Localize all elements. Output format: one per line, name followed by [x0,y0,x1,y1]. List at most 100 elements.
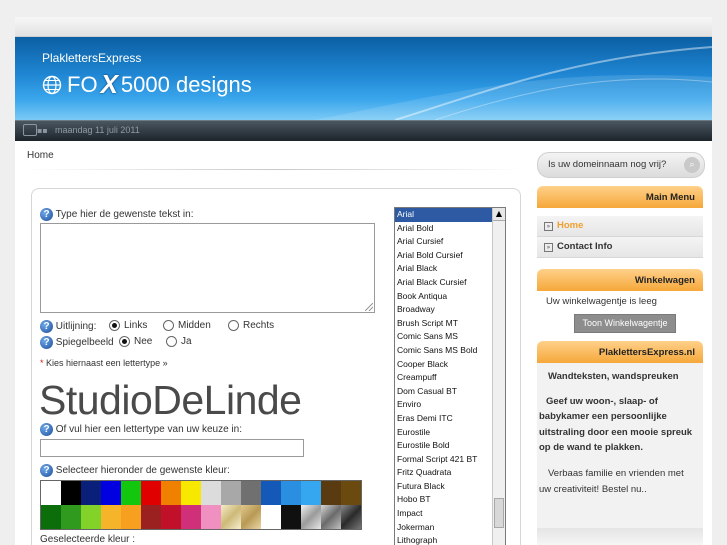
color-swatch[interactable] [321,481,341,505]
color-swatch[interactable] [281,505,301,529]
color-swatch[interactable] [181,505,201,529]
about-heading: Wandteksten, wandspreuken [548,371,679,382]
font-option[interactable]: Eurostile [395,426,505,440]
radio-unchecked[interactable] [163,320,174,331]
site-header: PlaklettersExpress FO X 5000 designs [15,37,712,120]
color-swatch[interactable] [261,505,281,529]
color-swatch[interactable] [301,481,321,505]
font-option[interactable]: Fritz Quadrata [395,466,505,480]
color-swatch[interactable] [41,505,61,529]
color-swatch[interactable] [61,505,81,529]
required-star: * [40,358,44,368]
color-swatch[interactable] [221,505,241,529]
font-option[interactable]: Hobo BT [395,493,505,507]
font-option[interactable]: Comic Sans MS [395,330,505,344]
font-option[interactable]: Formal Script 421 BT [395,453,505,467]
color-swatch[interactable] [341,481,361,505]
logo-text-suffix: 5000 designs [120,71,252,97]
menu-item-home[interactable]: » Home [537,216,703,237]
color-swatch[interactable] [301,505,321,529]
color-swatch[interactable] [221,481,241,505]
font-option[interactable]: Arial Black [395,262,505,276]
radio-unchecked[interactable] [166,336,177,347]
font-option[interactable]: Cooper Black [395,358,505,372]
color-swatch[interactable] [101,505,121,529]
site-logo[interactable]: FO X 5000 designs [42,69,252,100]
color-swatch[interactable] [121,481,141,505]
text-preview: StudioDeLinde [39,377,302,423]
color-swatch[interactable] [261,481,281,505]
font-option[interactable]: Enviro [395,398,505,412]
menu-bullet-icon: » [544,222,553,231]
help-icon[interactable]: ? [40,336,53,349]
font-option[interactable]: Futura Black [395,480,505,494]
color-swatch[interactable] [81,505,101,529]
text-input[interactable] [40,223,375,313]
font-option[interactable]: Book Antiqua [395,290,505,304]
font-option[interactable]: Arial [395,208,505,222]
color-swatch[interactable] [341,505,361,529]
font-option[interactable]: Brush Script MT [395,317,505,331]
color-swatch[interactable] [201,505,221,529]
color-label: ? Selecteer hieronder de gewenste kleur: [40,464,230,477]
color-swatch[interactable] [101,481,121,505]
color-swatch[interactable] [281,481,301,505]
font-option[interactable]: Arial Bold Cursief [395,249,505,263]
help-icon[interactable]: ? [40,208,53,221]
align-center-option[interactable]: Midden [163,320,211,331]
color-swatch[interactable] [241,481,261,505]
radio-unchecked[interactable] [228,320,239,331]
scroll-thumb[interactable] [494,498,504,528]
color-swatch[interactable] [321,505,341,529]
mirror-no-option[interactable]: Nee [119,336,152,347]
color-swatch[interactable] [161,505,181,529]
date-bar: ▪▪ maandag 11 juli 2011 [15,120,712,141]
font-option[interactable]: Arial Black Cursief [395,276,505,290]
cart-header: Winkelwagen [537,269,703,291]
font-option[interactable]: Impact [395,507,505,521]
calendar-icon [23,124,37,136]
font-option[interactable]: Creampuff [395,371,505,385]
color-swatch[interactable] [241,505,261,529]
font-option[interactable]: Broadway [395,303,505,317]
color-swatch[interactable] [201,481,221,505]
radio-checked[interactable] [119,336,130,347]
align-left-option[interactable]: Links [109,320,147,331]
scroll-up-arrow-icon[interactable]: ▲ [493,208,505,221]
help-icon[interactable]: ? [40,320,53,333]
font-option[interactable]: Arial Cursief [395,235,505,249]
radio-checked[interactable] [109,320,120,331]
show-cart-button[interactable]: Toon Winkelwagentje [574,314,676,333]
resize-grip[interactable] [365,303,373,311]
font-list[interactable]: Arial Arial Bold Arial Cursief Arial Bold C… [394,207,506,545]
font-option[interactable]: Eras Demi ITC [395,412,505,426]
font-option[interactable]: Dom Casual BT [395,385,505,399]
breadcrumb-divider [25,169,525,170]
color-swatch[interactable] [181,481,201,505]
color-swatch[interactable] [161,481,181,505]
color-swatch[interactable] [61,481,81,505]
calendar-grid-icon: ▪▪ [37,126,48,135]
top-bar [15,17,712,37]
help-icon[interactable]: ? [40,464,53,477]
help-icon[interactable]: ? [40,423,53,436]
color-swatch[interactable] [141,505,161,529]
color-swatch[interactable] [121,505,141,529]
breadcrumb[interactable]: Home [27,150,54,161]
search-icon[interactable]: ⌕ [684,157,700,173]
font-list-scrollbar[interactable]: ▲ [492,208,505,545]
font-option[interactable]: Jokerman [395,521,505,535]
align-right-option[interactable]: Rechts [228,320,274,331]
own-font-label: ? Of vul hier een lettertype van uw keuz… [40,423,242,436]
own-font-input[interactable] [40,439,304,457]
font-option[interactable]: Eurostile Bold [395,439,505,453]
color-swatch[interactable] [41,481,61,505]
mirror-yes-option[interactable]: Ja [166,336,192,347]
font-option[interactable]: Lithograph [395,534,505,545]
domain-search[interactable]: Is uw domeinnaam nog vrij? ⌕ [537,152,705,178]
font-option[interactable]: Comic Sans MS Bold [395,344,505,358]
menu-item-contact[interactable]: » Contact Info [537,237,703,258]
font-option[interactable]: Arial Bold [395,222,505,236]
color-swatch[interactable] [141,481,161,505]
color-swatch[interactable] [81,481,101,505]
